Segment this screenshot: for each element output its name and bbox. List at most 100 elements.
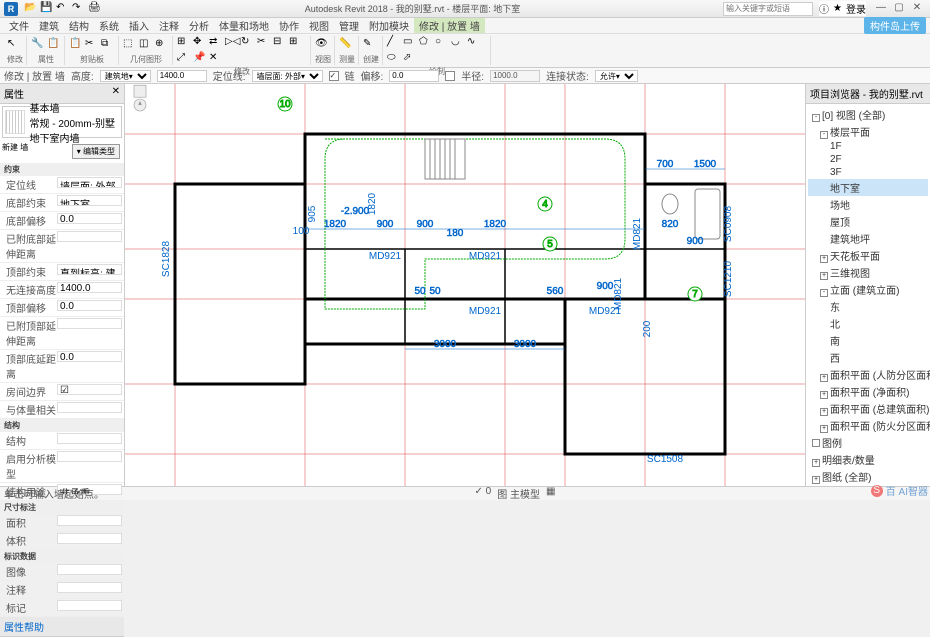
tree-node[interactable]: 2F xyxy=(808,153,928,166)
tree-node[interactable]: 东 xyxy=(808,298,928,315)
height-constraint-select[interactable]: 建筑地▾ xyxy=(100,70,151,82)
component-upload-button[interactable]: 构件岛上传 xyxy=(864,17,926,34)
tab-collab[interactable]: 协作 xyxy=(274,18,304,33)
status-design-option[interactable]: 图 主模型 xyxy=(497,486,540,501)
tab-massing[interactable]: 体量和场地 xyxy=(214,18,274,33)
property-row[interactable]: 顶部偏移0.0 xyxy=(0,299,124,317)
measure-icon[interactable]: 📏 xyxy=(339,38,353,52)
tree-node[interactable]: +三维视图 xyxy=(808,264,928,281)
tab-insert[interactable]: 插入 xyxy=(124,18,154,33)
property-row[interactable]: 图像 xyxy=(0,563,124,581)
height-value-input[interactable] xyxy=(157,70,207,82)
join-status-select[interactable]: 允许▾ xyxy=(595,70,638,82)
tree-node[interactable]: +面积平面 (人防分区面积) xyxy=(808,366,928,383)
property-row[interactable]: 启用分析模型 xyxy=(0,450,124,483)
pin-icon[interactable]: 📌 xyxy=(193,52,207,66)
copy-icon[interactable]: ⧉ xyxy=(101,38,115,52)
align-icon[interactable]: ⊞ xyxy=(177,36,191,50)
tab-struct[interactable]: 结构 xyxy=(64,18,94,33)
create-icon[interactable]: ✎ xyxy=(363,38,377,52)
edit-type-button[interactable]: ▾ 编辑类型 xyxy=(72,144,120,159)
scale-icon[interactable]: ⤢ xyxy=(177,52,191,66)
typeprops-icon[interactable]: 📋 xyxy=(47,38,61,52)
property-row[interactable]: 已附顶部延伸距离 xyxy=(0,317,124,350)
modify-icon[interactable]: ↖ xyxy=(7,38,21,52)
tab-arch[interactable]: 建筑 xyxy=(34,18,64,33)
tab-annotate[interactable]: 注释 xyxy=(154,18,184,33)
tree-node[interactable]: -[0] 视图 (全部) xyxy=(808,106,928,123)
radius-input[interactable] xyxy=(490,70,540,82)
tab-analyze[interactable]: 分析 xyxy=(184,18,214,33)
property-row[interactable]: 底部偏移0.0 xyxy=(0,212,124,230)
tree-node[interactable]: 场地 xyxy=(808,196,928,213)
tree-node[interactable]: 图例 xyxy=(808,434,928,451)
tab-systems[interactable]: 系统 xyxy=(94,18,124,33)
status-filter-icon[interactable]: ▦ xyxy=(546,486,555,501)
join-icon[interactable]: ⊕ xyxy=(155,38,169,52)
chain-checkbox[interactable] xyxy=(329,71,339,81)
rect-icon[interactable]: ▭ xyxy=(403,36,417,50)
login-link[interactable]: 登录 xyxy=(846,1,866,16)
project-tree[interactable]: -[0] 视图 (全部)-楼层平面1F2F3F地下室场地屋顶建筑地坪+天花板平面… xyxy=(806,104,930,486)
tab-modify-wall[interactable]: 修改 | 放置 墙 xyxy=(414,18,485,33)
trim-icon[interactable]: ✂ xyxy=(257,36,271,50)
type-selector[interactable]: 基本墙常规 - 200mm-别墅地下室内墙 xyxy=(2,106,122,138)
property-row[interactable]: 面积 xyxy=(0,514,124,532)
tree-node[interactable]: 西 xyxy=(808,349,928,366)
radius-checkbox[interactable] xyxy=(445,71,455,81)
tree-node[interactable]: +天花板平面 xyxy=(808,247,928,264)
star-icon[interactable]: ★ xyxy=(833,3,842,14)
delete-icon[interactable]: ✕ xyxy=(209,52,223,66)
tree-node[interactable]: 屋顶 xyxy=(808,213,928,230)
property-row[interactable]: 注释 xyxy=(0,581,124,599)
tree-node[interactable]: +面积平面 (总建筑面积) xyxy=(808,400,928,417)
tree-node[interactable]: 南 xyxy=(808,332,928,349)
tree-node[interactable]: 北 xyxy=(808,315,928,332)
tab-file[interactable]: 文件 xyxy=(4,18,34,33)
paste-icon[interactable]: 📋 xyxy=(69,38,83,52)
mirror-icon[interactable]: ▷◁ xyxy=(225,36,239,50)
tab-addins[interactable]: 附加模块 xyxy=(364,18,414,33)
tree-node[interactable]: +明细表/数量 xyxy=(808,451,928,468)
tree-node[interactable]: 3F xyxy=(808,166,928,179)
property-row[interactable]: 与体量相关 xyxy=(0,401,124,419)
offset-icon[interactable]: ⇄ xyxy=(209,36,223,50)
status-selection-count[interactable]: ✓ 0 xyxy=(475,486,492,501)
spline-icon[interactable]: ∿ xyxy=(467,36,481,50)
tab-view[interactable]: 视图 xyxy=(304,18,334,33)
close-button[interactable]: ✕ xyxy=(908,2,926,16)
tab-manage[interactable]: 管理 xyxy=(334,18,364,33)
property-row[interactable]: 顶部底延距离0.0 xyxy=(0,350,124,383)
arc-icon[interactable]: ◡ xyxy=(451,36,465,50)
rotate-icon[interactable]: ↻ xyxy=(241,36,255,50)
pick-icon[interactable]: ⬀ xyxy=(403,52,417,66)
cut-icon[interactable]: ✂ xyxy=(85,38,99,52)
properties-help-link[interactable]: 属性帮助 xyxy=(4,619,44,634)
property-row[interactable]: 底部约束地下室 xyxy=(0,194,124,212)
circle-icon[interactable]: ○ xyxy=(435,36,449,50)
view-icon[interactable]: 👁 xyxy=(315,38,329,52)
help-search-input[interactable] xyxy=(723,2,813,16)
tree-node[interactable]: 建筑地坪 xyxy=(808,230,928,247)
property-row[interactable]: 体积 xyxy=(0,532,124,550)
minimize-button[interactable]: — xyxy=(872,2,890,16)
offset-input[interactable] xyxy=(389,70,439,82)
tree-node[interactable]: -立面 (建筑立面) xyxy=(808,281,928,298)
property-row[interactable]: 标记 xyxy=(0,599,124,617)
array-icon[interactable]: ⊞ xyxy=(289,36,303,50)
property-row[interactable]: 房间边界☑ xyxy=(0,383,124,401)
info-icon[interactable]: ⓘ xyxy=(819,1,829,16)
property-row[interactable]: 顶部约束直到标高: 建筑地坪 xyxy=(0,263,124,281)
location-line-select[interactable]: 墙层面: 外部▾ xyxy=(252,70,323,82)
drawing-canvas[interactable]: 10 4 5 7 700 1500 -2.900 1820 9 xyxy=(125,84,805,486)
qat-redo-icon[interactable]: ↷ xyxy=(72,2,86,16)
tree-node[interactable]: 1F xyxy=(808,140,928,153)
props-icon[interactable]: 🔧 xyxy=(31,38,45,52)
tree-node[interactable]: +面积平面 (净面积) xyxy=(808,383,928,400)
cut-geom-icon[interactable]: ◫ xyxy=(139,38,153,52)
maximize-button[interactable]: ▢ xyxy=(890,2,908,16)
ellipse-icon[interactable]: ⬭ xyxy=(387,52,401,66)
line-icon[interactable]: ╱ xyxy=(387,36,401,50)
move-icon[interactable]: ✥ xyxy=(193,36,207,50)
property-row[interactable]: 已附底部延伸距离 xyxy=(0,230,124,263)
